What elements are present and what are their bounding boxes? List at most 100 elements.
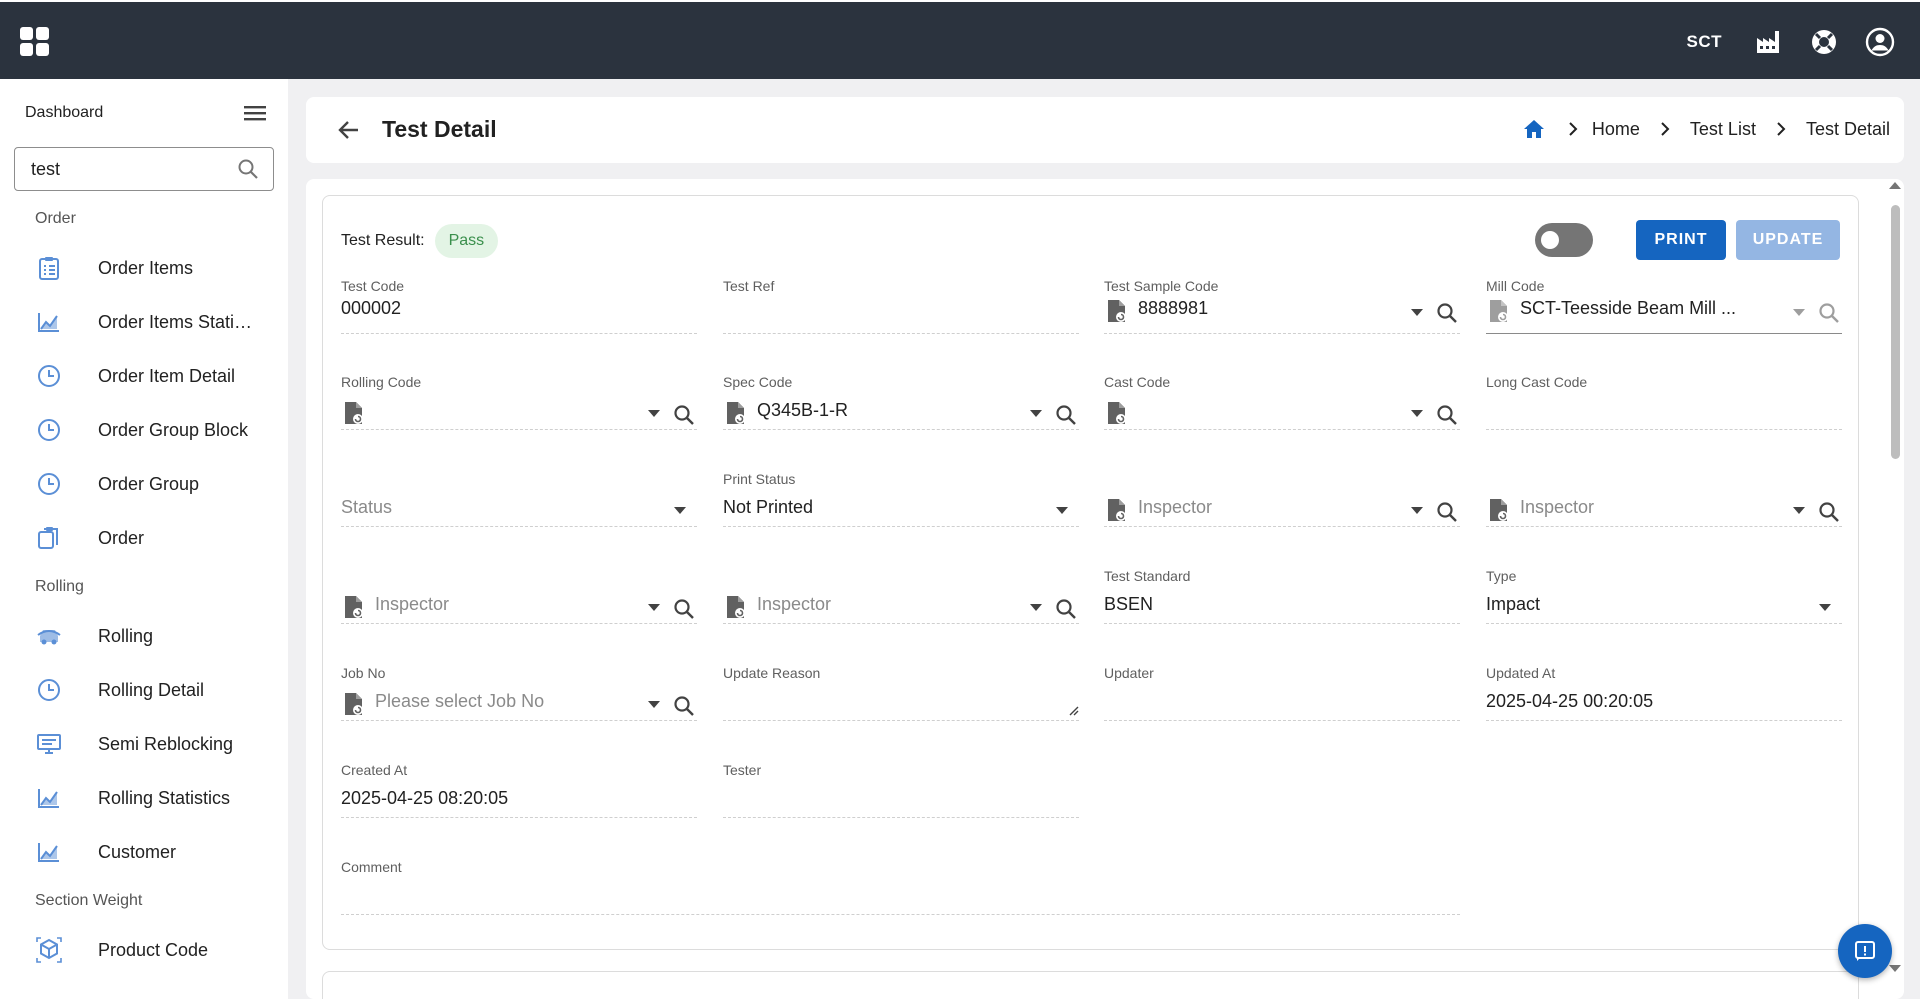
breadcrumb-test-list[interactable]: Test List — [1690, 119, 1756, 140]
sidebar-item-rolling[interactable]: Rolling — [0, 609, 288, 663]
created-at-field[interactable]: Created At 2025-04-25 08:20:05 — [341, 762, 697, 818]
sidebar-item-semi-reblocking[interactable]: Semi Reblocking — [0, 717, 288, 771]
field-value: 2025-04-25 00:20:05 — [1486, 691, 1654, 711]
job-no-field[interactable]: Job No Please select Job No — [341, 665, 697, 721]
sidebar-item-order-items[interactable]: Order Items — [0, 241, 288, 295]
home-icon[interactable] — [1522, 117, 1546, 141]
inspector-field-2[interactable]: Inspector — [1486, 471, 1842, 527]
search-icon[interactable] — [673, 598, 695, 620]
status-select[interactable]: Status — [341, 471, 697, 527]
cast-code-field[interactable]: Cast Code — [1104, 374, 1460, 430]
caret-down-icon[interactable] — [648, 604, 660, 612]
back-arrow-icon[interactable] — [336, 117, 362, 143]
breadcrumb-test-detail: Test Detail — [1805, 118, 1890, 139]
caret-down-icon[interactable] — [1030, 604, 1042, 612]
print-status-select[interactable]: Print Status Not Printed — [723, 471, 1079, 527]
sidebar-title: Dashboard — [25, 104, 104, 121]
scroll-thumb[interactable] — [1891, 205, 1900, 459]
sidebar-item-label: Rolling — [98, 625, 154, 646]
support-icon[interactable] — [1808, 26, 1840, 58]
chart-line-icon — [36, 785, 62, 811]
field-placeholder: Inspector — [1138, 497, 1213, 517]
field-value: 8888981 — [1138, 298, 1209, 318]
search-icon[interactable] — [1055, 404, 1077, 426]
field-placeholder: Inspector — [757, 594, 832, 614]
field-value: 2025-04-25 08:20:05 — [341, 788, 509, 808]
sidebar-item-customer[interactable]: Customer — [0, 825, 288, 879]
field-value: 000002 — [341, 298, 402, 318]
search-icon[interactable] — [1818, 501, 1840, 523]
tester-field[interactable]: Tester — [723, 762, 1079, 818]
search-icon[interactable] — [1436, 302, 1458, 324]
sidebar-item-rolling-statistics[interactable]: Rolling Statistics — [0, 771, 288, 825]
update-button[interactable]: UPDATE — [1736, 220, 1840, 260]
search-icon[interactable] — [237, 158, 259, 180]
rolling-code-field[interactable]: Rolling Code — [341, 374, 697, 430]
test-code-field[interactable]: Test Code 000002 — [341, 278, 697, 334]
caret-down-icon[interactable] — [674, 507, 686, 515]
inspector-field-3[interactable]: Inspector — [341, 568, 697, 624]
search-icon[interactable] — [1818, 302, 1840, 324]
comment-field[interactable]: Comment — [341, 859, 1460, 915]
sidebar-item-order[interactable]: Order — [0, 511, 288, 565]
caret-down-icon[interactable] — [1793, 507, 1805, 515]
sidebar: Dashboard Order Order Items Order Items … — [0, 79, 288, 999]
caret-down-icon[interactable] — [1793, 309, 1805, 317]
search-icon[interactable] — [673, 695, 695, 717]
field-label: Mill Code — [1486, 278, 1545, 294]
test-sample-code-field[interactable]: Test Sample Code 8888981 — [1104, 278, 1460, 334]
menu-icon[interactable] — [242, 103, 268, 123]
caret-down-icon[interactable] — [1030, 410, 1042, 418]
scroll-up-icon[interactable] — [1886, 179, 1904, 193]
sidebar-item-label: Semi Reblocking — [98, 733, 234, 754]
inspector-field-1[interactable]: Inspector — [1104, 471, 1460, 527]
mill-code-field[interactable]: Mill Code SCT-Teesside Beam Mill ... — [1486, 278, 1842, 334]
search-icon[interactable] — [1055, 598, 1077, 620]
sidebar-item-order-items-statistics[interactable]: Order Items Statistics — [0, 295, 288, 349]
sidebar-search — [14, 147, 274, 191]
update-reason-textarea[interactable]: Update Reason — [723, 665, 1079, 721]
account-icon[interactable] — [1864, 26, 1896, 58]
caret-down-icon[interactable] — [648, 701, 660, 709]
search-icon[interactable] — [1436, 404, 1458, 426]
sidebar-search-input[interactable] — [31, 158, 237, 180]
field-label: Test Ref — [723, 278, 775, 294]
print-button[interactable]: PRINT — [1636, 220, 1726, 260]
sidebar-item-order-item-detail[interactable]: Order Item Detail — [0, 349, 288, 403]
resize-handle-icon[interactable] — [1067, 704, 1079, 716]
breadcrumb-home[interactable]: Home — [1592, 119, 1640, 140]
sidebar-item-label: Rolling Detail — [98, 679, 205, 700]
sidebar-item-rolling-detail[interactable]: Rolling Detail — [0, 663, 288, 717]
scrollbar[interactable] — [1886, 179, 1904, 999]
search-icon[interactable] — [673, 404, 695, 426]
sidebar-item-label: Order Group Block — [98, 419, 249, 440]
field-value: Q345B-1-R — [757, 400, 849, 420]
caret-down-icon[interactable] — [1411, 309, 1423, 317]
updater-field[interactable]: Updater — [1104, 665, 1460, 721]
caret-down-icon[interactable] — [1411, 507, 1423, 515]
document-icon — [345, 402, 363, 424]
search-icon[interactable] — [1436, 501, 1458, 523]
sidebar-item-order-group[interactable]: Order Group — [0, 457, 288, 511]
chart-line-icon — [36, 839, 62, 865]
caret-down-icon[interactable] — [1056, 507, 1068, 515]
field-value: Impact — [1486, 594, 1541, 614]
spec-code-field[interactable]: Spec Code Q345B-1-R — [723, 374, 1079, 430]
caret-down-icon[interactable] — [1411, 410, 1423, 418]
sidebar-item-product-code[interactable]: Product Code — [0, 923, 288, 977]
sidebar-item-label: Order Items — [98, 257, 194, 278]
caret-down-icon[interactable] — [648, 410, 660, 418]
test-ref-field[interactable]: Test Ref — [723, 278, 1079, 334]
test-standard-field[interactable]: Test Standard BSEN — [1104, 568, 1460, 624]
factory-icon[interactable] — [1752, 26, 1784, 58]
edit-toggle[interactable] — [1535, 223, 1593, 257]
feedback-button[interactable] — [1838, 924, 1892, 978]
sidebar-item-order-group-block[interactable]: Order Group Block — [0, 403, 288, 457]
field-label: Updated At — [1486, 665, 1556, 681]
apps-grid-icon[interactable] — [20, 27, 50, 57]
caret-down-icon[interactable] — [1819, 604, 1831, 612]
updated-at-field[interactable]: Updated At 2025-04-25 00:20:05 — [1486, 665, 1842, 721]
inspector-field-4[interactable]: Inspector — [723, 568, 1079, 624]
type-select[interactable]: Type Impact — [1486, 568, 1842, 624]
long-cast-code-field[interactable]: Long Cast Code — [1486, 374, 1842, 430]
